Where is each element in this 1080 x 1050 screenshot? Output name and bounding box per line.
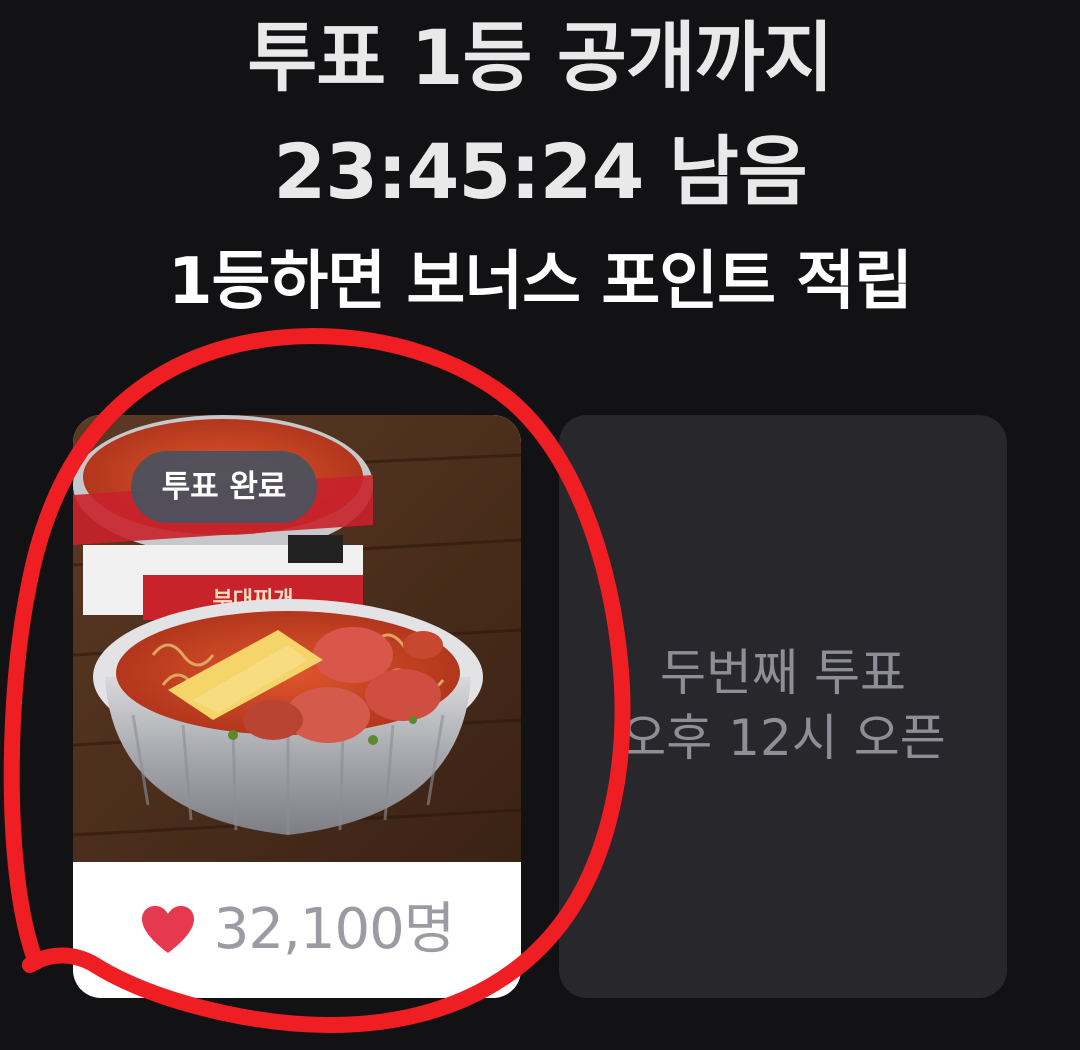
countdown-timer: 23:45:24 남음 xyxy=(273,127,807,216)
next-vote-message: 두번째 투표 오후 12시 오픈 xyxy=(559,641,1007,771)
product-image: 부대찌개 xyxy=(73,415,521,862)
next-vote-line2: 오후 12시 오픈 xyxy=(620,709,946,767)
vote-count-row: 32,100명 xyxy=(73,862,521,998)
next-vote-line1: 두번째 투표 xyxy=(660,644,906,702)
vote-card-budae-jjigae[interactable]: 부대찌개 xyxy=(73,415,521,998)
countdown-title: 투표 1등 공개까지 xyxy=(247,13,833,102)
vote-complete-badge: 투표 완료 xyxy=(131,451,317,523)
vote-screen: 투표 1등 공개까지 23:45:24 남음 1등하면 보너스 포인트 적립 투… xyxy=(0,0,1080,1050)
vote-count: 32,100명 xyxy=(213,897,455,962)
next-vote-card: 두번째 투표 오후 12시 오픈 xyxy=(559,415,1007,998)
bonus-subtitle: 1등하면 보너스 포인트 적립 xyxy=(167,245,913,319)
heart-icon xyxy=(141,906,194,953)
